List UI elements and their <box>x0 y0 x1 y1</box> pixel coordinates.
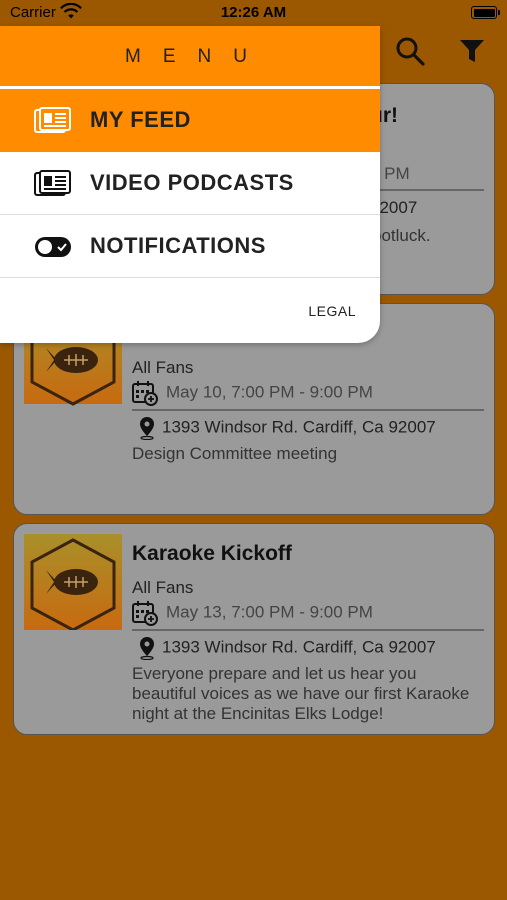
video-feed-icon <box>34 170 71 196</box>
side-menu: MENU MY FEED VIDEO PODCASTS NOTIFICATION… <box>0 26 380 343</box>
menu-item-label: NOTIFICATIONS <box>90 233 266 258</box>
event-location: 1393 Windsor Rd. Cardiff, Ca 92007 <box>132 416 436 440</box>
menu-item-label: VIDEO PODCASTS <box>90 170 294 195</box>
search-icon[interactable] <box>395 36 425 66</box>
divider <box>132 629 484 631</box>
menu-item-label: MY FEED <box>90 107 191 132</box>
divider <box>364 189 484 191</box>
location-pin-icon <box>140 637 154 660</box>
legal-link[interactable]: LEGAL <box>308 303 356 319</box>
event-description: potluck. <box>372 226 431 245</box>
event-card[interactable]: Karaoke Kickoff All Fans May 13, 7:00 PM… <box>13 523 495 735</box>
toggle-icon <box>35 237 71 257</box>
event-date: May 13, 7:00 PM - 9:00 PM <box>132 600 373 626</box>
location-pin-icon <box>140 417 154 440</box>
menu-title: MENU <box>0 26 380 86</box>
filter-icon[interactable] <box>459 38 485 64</box>
event-date-text: May 10, 7:00 PM - 9:00 PM <box>166 382 373 402</box>
event-audience: All Fans <box>132 578 194 597</box>
event-date-text: May 13, 7:00 PM - 9:00 PM <box>166 602 373 622</box>
event-title: Karaoke Kickoff <box>132 542 292 565</box>
status-bar: Carrier 12:26 AM <box>0 0 507 26</box>
menu-item-video-podcasts[interactable]: VIDEO PODCASTS <box>0 152 380 215</box>
calendar-add-icon <box>132 601 158 626</box>
divider <box>132 409 484 411</box>
event-description: Everyone prepare and let us hear you bea… <box>132 664 470 723</box>
event-description: Design Committee meeting <box>132 444 338 463</box>
event-location: 1393 Windsor Rd. Cardiff, Ca 92007 <box>132 636 436 660</box>
calendar-add-icon <box>132 381 158 406</box>
clock: 12:26 AM <box>220 4 287 21</box>
battery-icon <box>471 6 500 19</box>
menu-item-my-feed[interactable]: MY FEED <box>0 89 380 152</box>
event-location-text: 1393 Windsor Rd. Cardiff, Ca 92007 <box>162 637 436 657</box>
event-thumbnail <box>24 534 122 630</box>
event-date: May 10, 7:00 PM - 9:00 PM <box>132 380 373 406</box>
event-audience: All Fans <box>132 358 194 377</box>
event-location-text: 1393 Windsor Rd. Cardiff, Ca 92007 <box>162 417 436 437</box>
feed-icon <box>34 107 71 133</box>
menu-item-notifications[interactable]: NOTIFICATIONS <box>0 215 380 278</box>
